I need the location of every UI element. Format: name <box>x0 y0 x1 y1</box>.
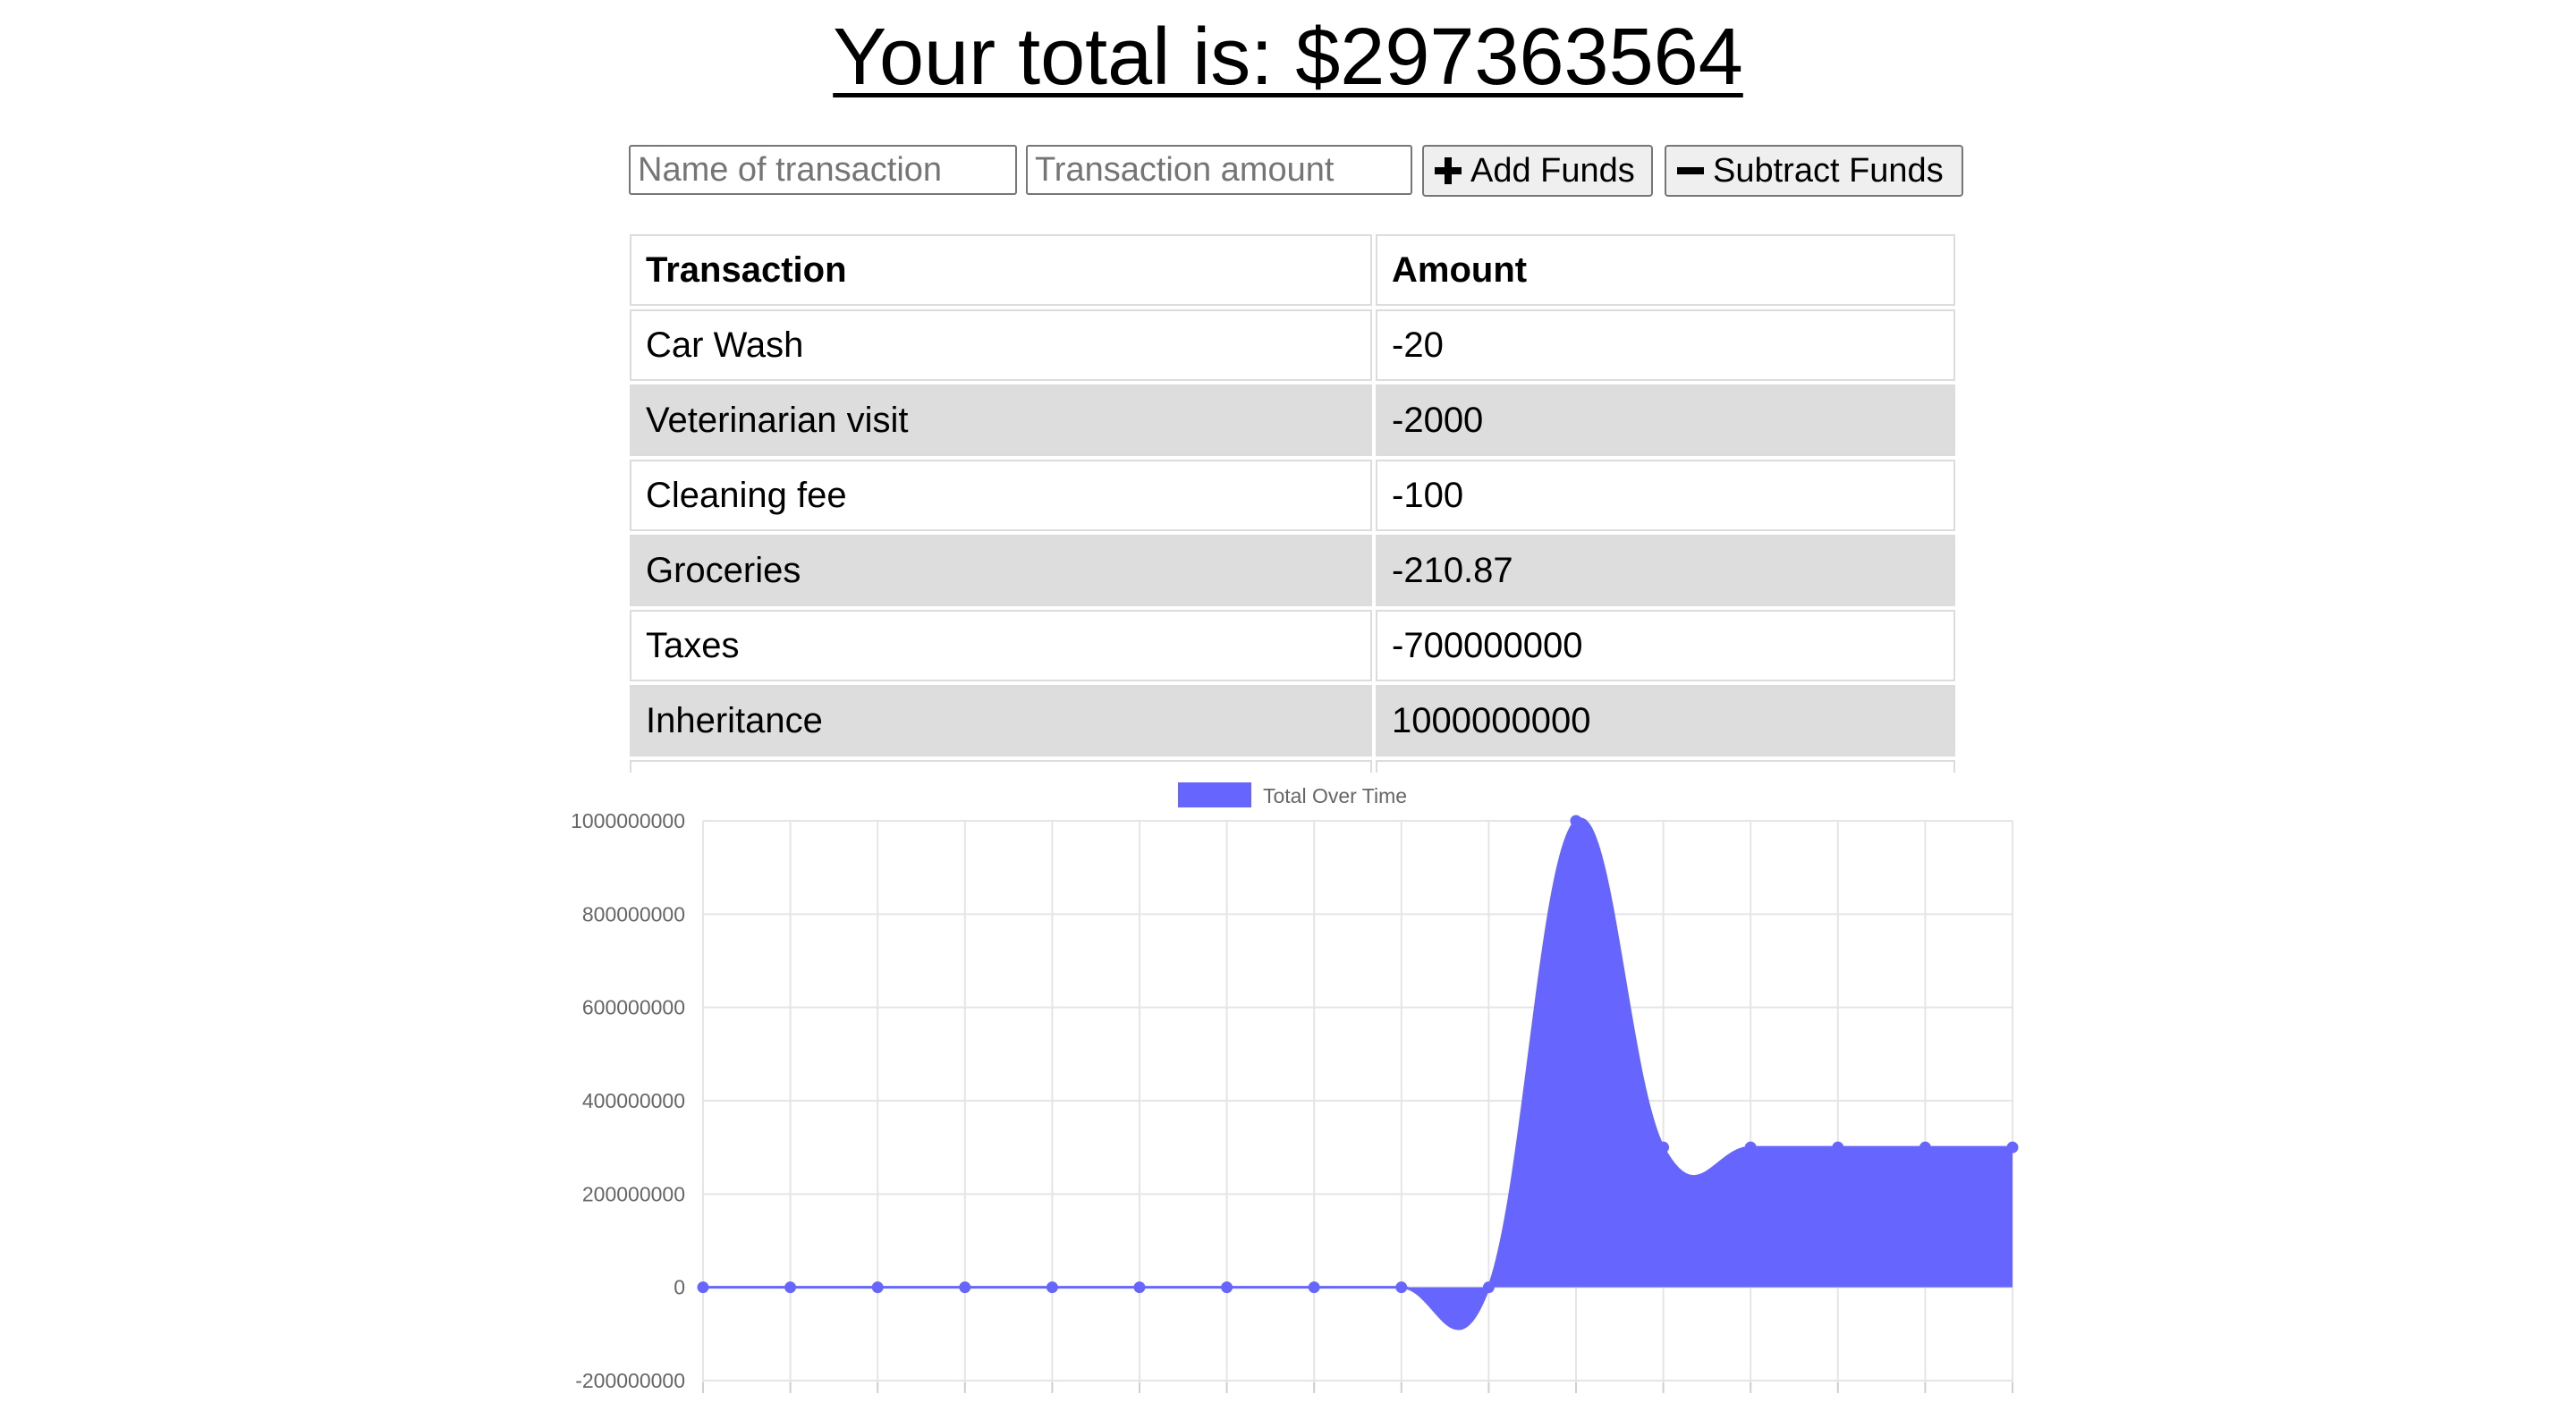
data-point[interactable] <box>1482 1281 1495 1294</box>
transaction-name-cell: Groceries <box>630 535 1372 606</box>
chart-legend[interactable]: Total Over Time <box>1178 782 1407 807</box>
minus-icon <box>1677 157 1704 184</box>
transaction-name-cell: Inheritance <box>630 685 1372 756</box>
y-tick-label: 800000000 <box>582 902 685 925</box>
transaction-amount-cell: -210.87 <box>1376 535 1955 606</box>
chart-series-area <box>702 817 2012 1331</box>
chart-grid <box>702 820 2013 1390</box>
transaction-amount-cell: -700000000 <box>1376 610 1955 681</box>
table-row: Groceries -210.87 <box>630 535 1955 606</box>
add-funds-label: Add Funds <box>1470 151 1635 190</box>
y-tick-label: 400000000 <box>582 1089 685 1112</box>
data-point[interactable] <box>784 1281 797 1294</box>
data-point[interactable] <box>1221 1281 1233 1294</box>
total-over-time-chart: 1000000000 800000000 600000000 400000000 200… <box>537 774 2039 1411</box>
column-header-transaction: Transaction <box>630 234 1372 306</box>
data-point[interactable] <box>1744 1141 1757 1153</box>
data-point[interactable] <box>697 1281 709 1294</box>
series-area-fill <box>703 818 2012 1330</box>
transaction-amount-cell <box>1376 760 1955 773</box>
transaction-form: Add Funds Subtract Funds <box>0 145 2576 199</box>
data-point[interactable] <box>1919 1141 1931 1153</box>
data-point[interactable] <box>1395 1281 1408 1294</box>
data-point[interactable] <box>1308 1281 1320 1294</box>
data-point[interactable] <box>1133 1281 1146 1294</box>
table-row: Taxes -700000000 <box>630 610 1955 681</box>
data-point[interactable] <box>2006 1141 2019 1153</box>
legend-label: Total Over Time <box>1263 784 1407 807</box>
chart-canvas: 1000000000 800000000 600000000 400000000 200… <box>571 782 2019 1393</box>
y-tick-label: -200000000 <box>575 1369 685 1392</box>
transaction-name-cell: Taxes <box>630 610 1372 681</box>
data-point[interactable] <box>871 1281 884 1294</box>
transaction-name-cell: Car Wash <box>630 309 1372 381</box>
subtract-funds-label: Subtract Funds <box>1713 151 1944 190</box>
transaction-name-cell: Veterinarian visit <box>630 384 1372 456</box>
transaction-amount-cell: -100 <box>1376 460 1955 531</box>
data-point[interactable] <box>1046 1281 1058 1294</box>
transaction-amount-cell: -20 <box>1376 309 1955 381</box>
data-point[interactable] <box>1657 1141 1670 1153</box>
transaction-amount-cell: -2000 <box>1376 384 1955 456</box>
table-row: Car Wash -20 <box>630 309 1955 381</box>
table-row: Cleaning fee -100 <box>630 460 1955 531</box>
table-header-row: Transaction Amount <box>630 234 1955 306</box>
x-axis-tick-labels <box>702 1382 2013 1393</box>
subtract-funds-button[interactable]: Subtract Funds <box>1665 145 1963 197</box>
table-row: Inheritance 1000000000 <box>630 685 1955 756</box>
transactions-table: Transaction Amount Car Wash -20 Veterina… <box>630 234 1959 773</box>
table-row <box>630 760 1955 773</box>
transaction-name-input[interactable] <box>629 145 1017 195</box>
legend-swatch <box>1178 782 1251 807</box>
transaction-name-cell <box>630 760 1372 773</box>
transaction-amount-cell: 1000000000 <box>1376 685 1955 756</box>
add-funds-button[interactable]: Add Funds <box>1422 145 1653 197</box>
transaction-name-cell: Cleaning fee <box>630 460 1372 531</box>
data-point[interactable] <box>1832 1141 1844 1153</box>
plus-icon <box>1435 157 1462 184</box>
data-point[interactable] <box>959 1281 971 1294</box>
data-point[interactable] <box>1570 815 1582 827</box>
page-title: Your total is: $297363564 <box>833 13 1743 102</box>
y-axis-tick-labels: 1000000000 800000000 600000000 400000000 200… <box>571 809 685 1392</box>
transactions-table-container[interactable]: Transaction Amount Car Wash -20 Veterina… <box>630 234 1962 773</box>
column-header-amount: Amount <box>1376 234 1955 306</box>
transaction-amount-input[interactable] <box>1026 145 1412 195</box>
y-tick-label: 200000000 <box>582 1182 685 1205</box>
y-tick-label: 0 <box>674 1276 685 1299</box>
y-tick-label: 1000000000 <box>571 809 685 832</box>
table-row: Veterinarian visit -2000 <box>630 384 1955 456</box>
y-tick-label: 600000000 <box>582 996 685 1019</box>
